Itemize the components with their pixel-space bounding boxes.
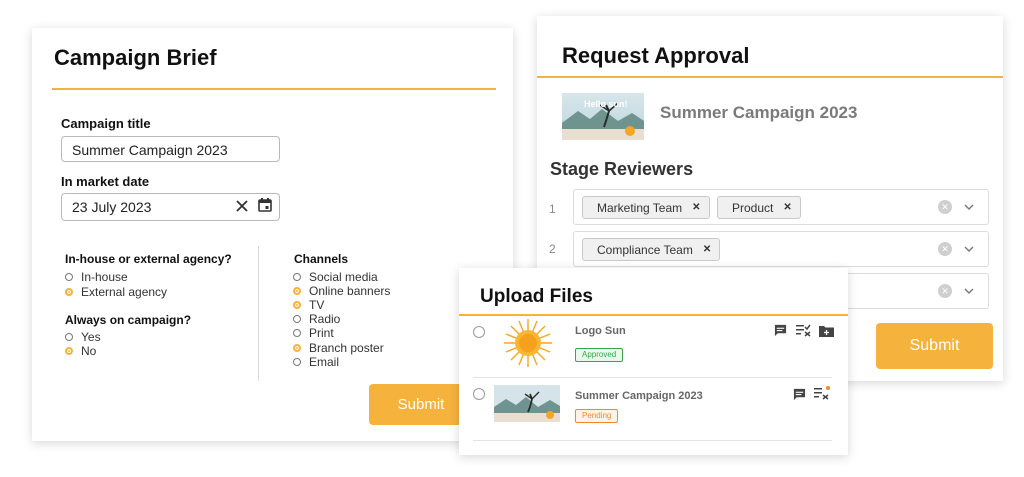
remove-chip-icon[interactable]: ✕ (703, 244, 711, 255)
campaign-name: Summer Campaign 2023 (660, 103, 858, 122)
stage-reviewers-select[interactable]: Compliance Team ✕ ✕ (573, 231, 989, 267)
market-date-value: 23 July 2023 (72, 199, 152, 215)
campaign-title-input[interactable]: Summer Campaign 2023 (61, 136, 280, 162)
reviewer-chip-label: Product (732, 200, 774, 215)
channel-branch-poster[interactable]: Branch poster (293, 341, 384, 355)
status-badge-pending: Pending (575, 409, 619, 423)
always-on-option-label: No (81, 344, 97, 358)
upload-files-divider (459, 314, 848, 316)
channel-label: Email (309, 355, 340, 369)
channel-online-banners[interactable]: Online banners (293, 284, 390, 298)
reviewer-chip-label: Compliance Team (597, 242, 693, 257)
radio-icon (293, 273, 301, 281)
always-on-question-label: Always on campaign? (65, 313, 192, 327)
status-badge-approved: Approved (575, 348, 624, 362)
chevron-down-icon[interactable] (962, 284, 976, 298)
agency-option-inhouse[interactable]: In-house (65, 270, 128, 284)
always-on-option-label: Yes (81, 330, 101, 344)
campaign-brief-card: Campaign Brief Campaign title Summer Cam… (32, 28, 513, 441)
market-date-label: In market date (61, 174, 150, 189)
reviewer-chip: Compliance Team ✕ (582, 238, 721, 261)
channel-label: Social media (309, 270, 378, 284)
channel-tv[interactable]: TV (293, 298, 324, 312)
campaign-brief-divider (52, 88, 496, 90)
upload-files-title: Upload Files (480, 286, 593, 307)
radio-selected-icon (65, 347, 73, 355)
agency-question-label: In-house or external agency? (65, 252, 232, 266)
file-select-checkbox[interactable] (473, 326, 485, 338)
radio-selected-icon (293, 344, 301, 352)
remove-chip-icon[interactable]: ✕ (692, 202, 700, 213)
stage-number: 2 (549, 242, 556, 256)
market-date-input[interactable]: 23 July 2023 (61, 193, 280, 221)
stage-number: 1 (549, 202, 556, 216)
channels-label: Channels (294, 252, 349, 266)
file-row-divider (473, 377, 832, 378)
reviewer-chip: Marketing Team ✕ (582, 196, 710, 219)
sun-logo-image (503, 318, 553, 368)
file-row-divider (473, 440, 832, 441)
radio-selected-icon (293, 287, 301, 295)
clear-date-icon[interactable] (235, 195, 249, 221)
campaign-file-thumbnail (494, 385, 560, 422)
always-on-option-no[interactable]: No (65, 344, 96, 358)
campaign-title-label: Campaign title (61, 116, 151, 131)
file-name: Summer Campaign 2023 (575, 390, 703, 402)
agency-option-label: External agency (81, 285, 168, 299)
channel-radio[interactable]: Radio (293, 312, 340, 326)
channel-label: Online banners (309, 284, 391, 298)
clear-icon[interactable]: ✕ (938, 242, 952, 256)
request-approval-divider (537, 76, 1003, 78)
channel-label: Radio (309, 312, 341, 326)
reviewer-chip-label: Marketing Team (597, 200, 683, 215)
campaign-title-value: Summer Campaign 2023 (72, 142, 228, 158)
comment-icon[interactable] (774, 324, 787, 337)
campaign-brief-title: Campaign Brief (54, 45, 217, 70)
channel-label: TV (309, 298, 325, 312)
always-on-option-yes[interactable]: Yes (65, 330, 101, 344)
radio-icon (65, 333, 73, 341)
file-select-checkbox[interactable] (473, 388, 485, 400)
comment-icon[interactable] (793, 388, 806, 401)
stage-reviewers-select[interactable]: Marketing Team ✕ Product ✕ ✕ (573, 189, 989, 225)
radio-selected-icon (65, 288, 73, 296)
remove-chip-icon[interactable]: ✕ (783, 202, 791, 213)
file-name: Logo Sun (575, 325, 626, 337)
checklist-icon[interactable] (796, 324, 811, 337)
chevron-down-icon[interactable] (962, 200, 976, 214)
channel-email[interactable]: Email (293, 355, 339, 369)
stage-reviewers-label: Stage Reviewers (550, 159, 694, 179)
radio-icon (293, 329, 301, 337)
checklist-icon[interactable] (814, 386, 830, 400)
clear-icon[interactable]: ✕ (938, 200, 952, 214)
reviewer-chip: Product ✕ (717, 196, 801, 219)
radio-icon (65, 273, 73, 281)
calendar-icon[interactable] (257, 195, 273, 221)
campaign-brief-submit-button[interactable]: Submit (369, 384, 473, 425)
channel-social-media[interactable]: Social media (293, 270, 378, 284)
chevron-down-icon[interactable] (962, 242, 976, 256)
request-approval-title: Request Approval (562, 43, 750, 68)
folder-icon[interactable] (819, 324, 834, 337)
channel-label: Print (309, 326, 334, 340)
column-divider (258, 246, 259, 381)
radio-icon (293, 358, 301, 366)
campaign-thumbnail: Hello sun! (562, 93, 644, 140)
request-approval-submit-button[interactable]: Submit (876, 323, 993, 369)
radio-icon (293, 315, 301, 323)
upload-files-card: Upload Files Logo Sun Approved Summer Ca… (459, 268, 848, 455)
agency-option-label: In-house (81, 270, 128, 284)
channel-label: Branch poster (309, 341, 384, 355)
channel-print[interactable]: Print (293, 326, 334, 340)
radio-selected-icon (293, 301, 301, 309)
agency-option-external[interactable]: External agency (65, 285, 167, 299)
clear-icon[interactable]: ✕ (938, 284, 952, 298)
thumbnail-caption: Hello sun! (584, 99, 628, 109)
